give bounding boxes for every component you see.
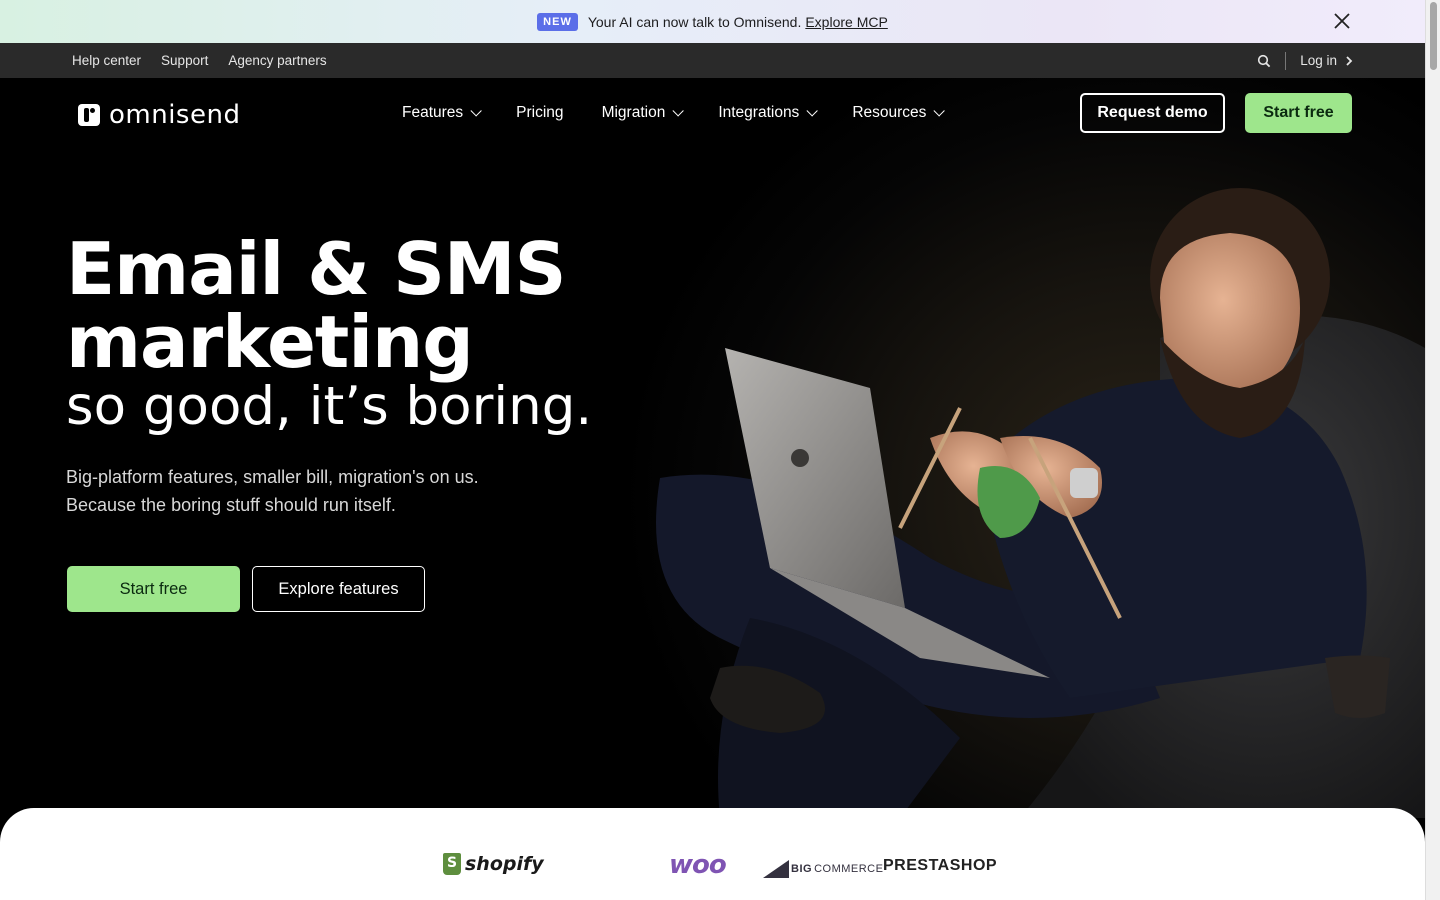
shopify-bag-icon bbox=[443, 853, 461, 875]
new-badge: NEW bbox=[537, 12, 578, 31]
hero-subtext: Big-platform features, smaller bill, mig… bbox=[66, 463, 586, 519]
omnisend-logo-icon bbox=[78, 104, 100, 126]
help-center-link[interactable]: Help center bbox=[72, 53, 141, 68]
hero-headline-line3: so good, it’s boring. bbox=[66, 376, 593, 437]
chevron-down-icon bbox=[470, 105, 482, 117]
nav-item-label: Migration bbox=[601, 104, 666, 121]
prestashop-logo: PRESTASHOP bbox=[883, 857, 998, 874]
nav-item-label: Features bbox=[402, 104, 464, 121]
nav-links: Features Pricing Migration Integrations … bbox=[402, 104, 946, 122]
nav-item-integrations[interactable]: Integrations bbox=[718, 104, 819, 122]
scrollbar-thumb[interactable] bbox=[1430, 2, 1437, 70]
omnisend-logo[interactable]: omnisend bbox=[78, 100, 240, 130]
bigcommerce-logo: BIG COMMERCE bbox=[763, 860, 883, 878]
shopify-wordmark: shopify bbox=[465, 853, 544, 875]
agency-partners-link[interactable]: Agency partners bbox=[228, 53, 326, 68]
chevron-right-icon bbox=[1346, 55, 1353, 66]
announcement-bar: NEW Your AI can now talk to Omnisend. Ex… bbox=[0, 0, 1425, 43]
hero-subtext-line1: Big-platform features, smaller bill, mig… bbox=[66, 467, 479, 487]
logo-text: omnisend bbox=[109, 100, 241, 130]
chevron-down-icon bbox=[806, 105, 819, 117]
chevron-down-icon bbox=[933, 105, 946, 117]
nav-item-migration[interactable]: Migration bbox=[601, 104, 685, 122]
bigcommerce-wordmark: COMMERCE bbox=[814, 863, 884, 875]
explore-features-button[interactable]: Explore features bbox=[252, 566, 425, 612]
chevron-down-icon bbox=[672, 105, 685, 117]
utility-right: Log in bbox=[1257, 51, 1353, 70]
hero-headline-line2: marketing bbox=[66, 300, 474, 384]
nav-item-resources[interactable]: Resources bbox=[852, 104, 946, 122]
hero-photo bbox=[656, 188, 1425, 818]
utility-links: Help center Support Agency partners bbox=[72, 53, 327, 68]
explore-mcp-link[interactable]: Explore MCP bbox=[805, 14, 887, 30]
page-scrollbar[interactable] bbox=[1425, 0, 1440, 900]
search-icon[interactable] bbox=[1257, 54, 1271, 68]
nav-item-features[interactable]: Features bbox=[402, 104, 482, 122]
hero-subtext-line2: Because the boring stuff should run itse… bbox=[66, 495, 396, 515]
request-demo-button[interactable]: Request demo bbox=[1080, 93, 1225, 133]
hero-headline-line1: Email & SMS bbox=[66, 227, 566, 311]
start-free-nav-button[interactable]: Start free bbox=[1245, 93, 1352, 133]
start-free-button[interactable]: Start free bbox=[67, 566, 240, 612]
support-link[interactable]: Support bbox=[161, 53, 208, 68]
nav-item-label: Resources bbox=[852, 104, 927, 121]
divider bbox=[1285, 51, 1287, 70]
partner-logos: shopify woo BIG COMMERCE PRESTASHOP bbox=[0, 808, 1425, 900]
login-link[interactable]: Log in bbox=[1300, 53, 1353, 68]
nav-item-label: Pricing bbox=[516, 104, 564, 121]
nav-item-label: Integrations bbox=[718, 104, 800, 121]
woo-logo: woo bbox=[669, 850, 727, 880]
shopify-logo: shopify bbox=[443, 853, 544, 875]
bigcommerce-triangle-icon bbox=[763, 860, 789, 878]
close-icon[interactable] bbox=[1331, 10, 1353, 32]
utility-bar: Help center Support Agency partners Log … bbox=[0, 43, 1425, 78]
main-nav: omnisend Features Pricing Migration Inte… bbox=[0, 78, 1425, 148]
login-label: Log in bbox=[1300, 53, 1337, 68]
nav-item-pricing[interactable]: Pricing bbox=[516, 104, 563, 122]
announcement-text: Your AI can now talk to Omnisend. bbox=[587, 13, 802, 30]
hero-section: omnisend Features Pricing Migration Inte… bbox=[0, 78, 1425, 818]
bigcommerce-big: BIG bbox=[791, 863, 813, 875]
